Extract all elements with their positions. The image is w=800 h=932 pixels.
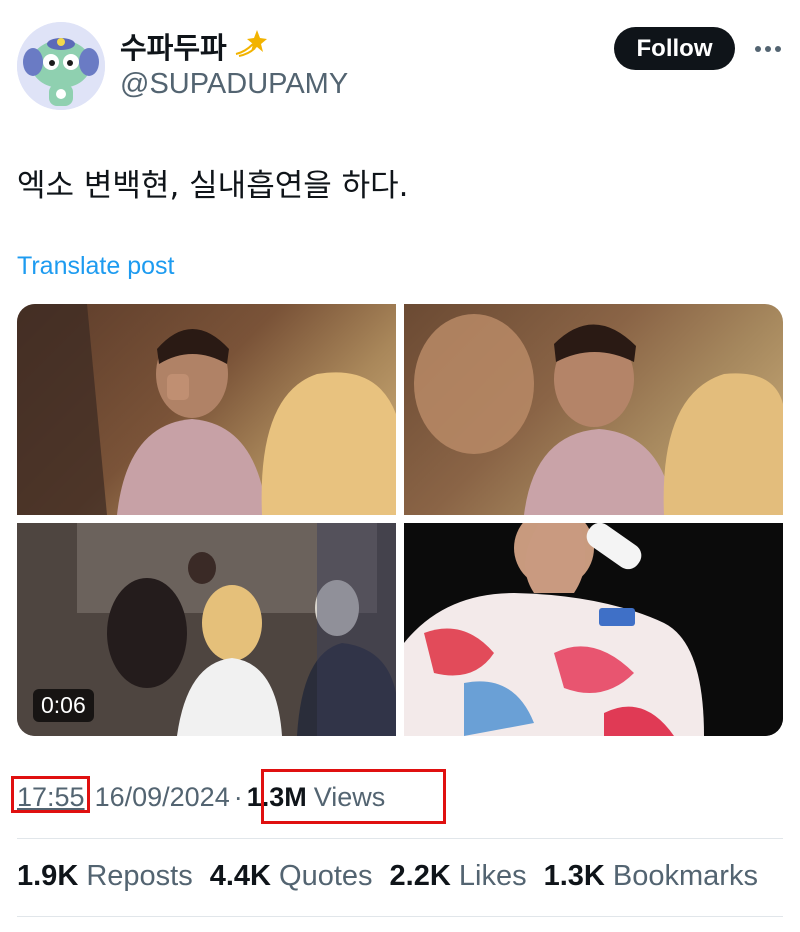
quotes-label: Quotes — [279, 860, 373, 892]
bookmarks-label: Bookmarks — [612, 860, 758, 892]
views-highlight-box — [261, 769, 446, 824]
divider — [17, 916, 783, 917]
author-display-name[interactable]: 수파두파 — [120, 25, 227, 67]
post-text: 엑소 변백현, 실내흡연을 하다. — [17, 168, 409, 204]
time-highlight-box — [11, 776, 90, 813]
author-handle[interactable]: @SUPADUPAMY — [120, 68, 348, 101]
post-date[interactable]: 16/09/2024 — [95, 782, 230, 813]
likes-label: Likes — [458, 860, 527, 892]
media-photo-3[interactable] — [404, 523, 783, 736]
more-options-icon[interactable] — [748, 33, 788, 65]
likes-stat[interactable]: 2.2K Likes — [390, 860, 527, 893]
author-name-row[interactable]: 수파두파 — [120, 25, 267, 67]
media-grid: 0:06 — [17, 304, 783, 736]
media-video[interactable]: 0:06 — [17, 523, 396, 736]
avatar[interactable] — [17, 22, 105, 110]
quotes-stat[interactable]: 4.4K Quotes — [210, 860, 373, 893]
reposts-count: 1.9K — [17, 860, 79, 892]
translate-post-link[interactable]: Translate post — [17, 252, 174, 281]
quotes-count: 4.4K — [209, 860, 271, 892]
bookmarks-count: 1.3K — [543, 860, 605, 892]
dizzy-star-icon — [233, 28, 267, 65]
reposts-stat[interactable]: 1.9K Reposts — [17, 860, 193, 893]
divider — [17, 838, 783, 839]
media-photo-1[interactable] — [17, 304, 396, 515]
keroro-avatar-icon — [17, 22, 105, 110]
bookmarks-stat[interactable]: 1.3K Bookmarks — [544, 860, 758, 893]
engagement-stats: 1.9K Reposts 4.4K Quotes 2.2K Likes 1.3K… — [17, 860, 758, 893]
follow-button[interactable]: Follow — [614, 27, 735, 70]
video-duration: 0:06 — [33, 689, 94, 722]
reposts-label: Reposts — [86, 860, 193, 892]
likes-count: 2.2K — [389, 860, 451, 892]
media-photo-2[interactable] — [404, 304, 783, 515]
meta-separator: · — [233, 782, 243, 812]
